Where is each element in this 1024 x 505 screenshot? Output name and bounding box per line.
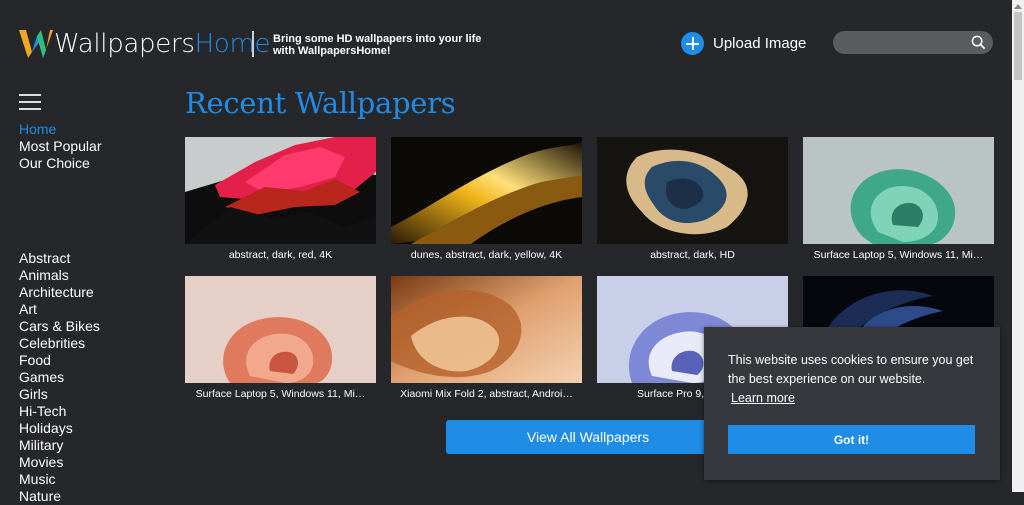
wallpaper-caption: Surface Laptop 5, Windows 11, Mi… xyxy=(813,249,984,261)
nav-our-choice[interactable]: Our Choice xyxy=(19,155,101,172)
page-title: Recent Wallpapers xyxy=(185,86,456,120)
search-icon[interactable] xyxy=(971,35,986,50)
category-art[interactable]: Art xyxy=(19,301,100,318)
scrollbar-thumb[interactable] xyxy=(1014,12,1022,80)
wallpaper-thumbnail xyxy=(597,137,788,244)
wallpaper-card[interactable]: Surface Laptop 5, Windows 11, Mi… xyxy=(185,276,376,400)
wallpaper-caption: dunes, abstract, dark, yellow, 4K xyxy=(410,249,563,261)
category-food[interactable]: Food xyxy=(19,352,100,369)
category-movies[interactable]: Movies xyxy=(19,454,100,471)
category-music[interactable]: Music xyxy=(19,471,100,488)
category-games[interactable]: Games xyxy=(19,369,100,386)
wallpaper-caption: abstract, dark, red, 4K xyxy=(228,249,333,261)
cookie-message: This website uses cookies to ensure you … xyxy=(728,353,974,386)
main-nav: Home Most Popular Our Choice xyxy=(19,121,101,172)
wallpaper-card[interactable]: dunes, abstract, dark, yellow, 4K xyxy=(391,137,582,261)
logo-w-icon xyxy=(19,30,53,58)
wallpaper-thumbnail xyxy=(185,137,376,244)
wallpaper-card[interactable]: Surface Laptop 5, Windows 11, Mi… xyxy=(803,137,994,261)
wallpaper-caption: abstract, dark, HD xyxy=(650,249,735,261)
page-scrollbar[interactable] xyxy=(1012,0,1024,492)
upload-image-button[interactable]: Upload Image xyxy=(681,32,806,55)
header-divider xyxy=(252,31,254,57)
category-hi-tech[interactable]: Hi-Tech xyxy=(19,403,100,420)
category-holidays[interactable]: Holidays xyxy=(19,420,100,437)
category-list: Abstract Animals Architecture Art Cars &… xyxy=(19,250,100,505)
wallpaper-caption: Surface Laptop 5, Windows 11, Mi… xyxy=(195,388,366,400)
category-military[interactable]: Military xyxy=(19,437,100,454)
category-abstract[interactable]: Abstract xyxy=(19,250,100,267)
category-nature[interactable]: Nature xyxy=(19,488,100,505)
view-all-wallpapers-button[interactable]: View All Wallpapers xyxy=(446,420,730,454)
search-input[interactable] xyxy=(843,33,967,53)
upload-image-label: Upload Image xyxy=(713,35,807,52)
category-architecture[interactable]: Architecture xyxy=(19,284,100,301)
site-tagline: Bring some HD wallpapers into your life … xyxy=(273,33,482,57)
wallpaper-card[interactable]: Xiaomi Mix Fold 2, abstract, Androi… xyxy=(391,276,582,400)
wallpaper-card[interactable]: abstract, dark, red, 4K xyxy=(185,137,376,261)
learn-more-link[interactable]: Learn more xyxy=(731,391,795,405)
hamburger-icon[interactable] xyxy=(19,94,41,110)
scroll-up-arrow-icon[interactable] xyxy=(1014,4,1022,9)
search-box[interactable] xyxy=(833,31,993,54)
logo-text: WallpapersHome xyxy=(54,29,271,59)
category-celebrities[interactable]: Celebrities xyxy=(19,335,100,352)
nav-most-popular[interactable]: Most Popular xyxy=(19,138,101,155)
site-logo[interactable]: WallpapersHome xyxy=(19,26,271,62)
cookie-consent-popup: This website uses cookies to ensure you … xyxy=(704,327,1000,480)
nav-home[interactable]: Home xyxy=(19,121,101,138)
plus-icon xyxy=(681,32,704,55)
wallpaper-thumbnail xyxy=(391,276,582,383)
category-animals[interactable]: Animals xyxy=(19,267,100,284)
category-girls[interactable]: Girls xyxy=(19,386,100,403)
category-cars-bikes[interactable]: Cars & Bikes xyxy=(19,318,100,335)
wallpaper-card[interactable]: abstract, dark, HD xyxy=(597,137,788,261)
wallpaper-thumbnail xyxy=(185,276,376,383)
wallpaper-caption: Xiaomi Mix Fold 2, abstract, Androi… xyxy=(400,388,573,400)
accept-cookies-button[interactable]: Got it! xyxy=(728,425,975,454)
wallpaper-thumbnail xyxy=(803,137,994,244)
wallpaper-thumbnail xyxy=(391,137,582,244)
